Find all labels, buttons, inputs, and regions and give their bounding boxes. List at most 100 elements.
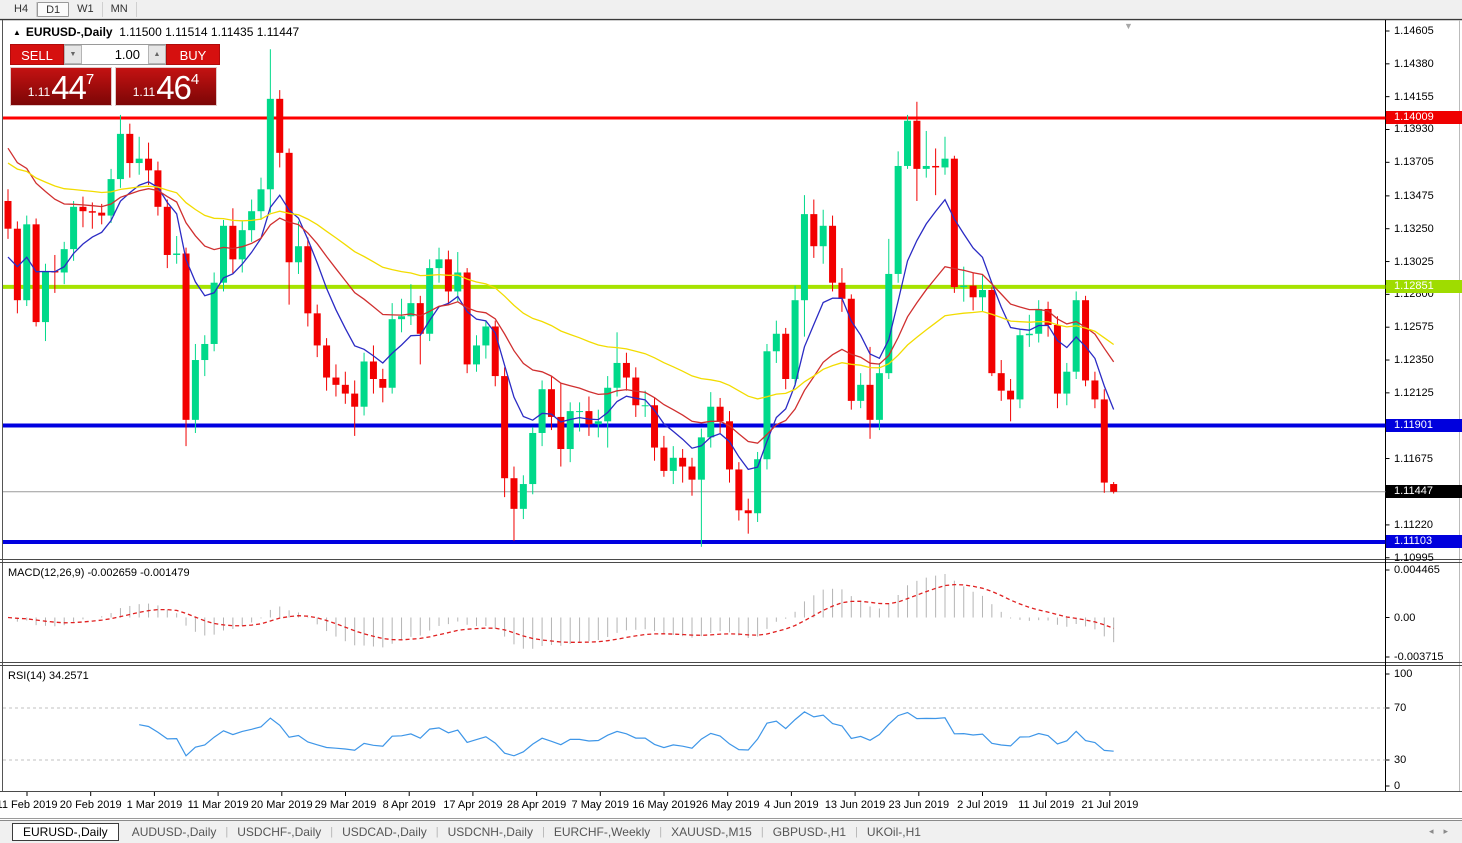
candle-body bbox=[98, 213, 105, 216]
rsi-axis-label: 100 bbox=[1394, 668, 1412, 680]
date-label: 7 May 2019 bbox=[572, 799, 629, 811]
buy-price-pip: 4 bbox=[191, 71, 199, 88]
volume-increase-button[interactable]: ▲ bbox=[148, 45, 166, 64]
sell-price-big: 44 bbox=[51, 73, 86, 103]
price-tick-label: 1.12125 bbox=[1394, 387, 1434, 399]
candle-body bbox=[108, 179, 115, 215]
candle-body bbox=[623, 363, 630, 378]
candle-body bbox=[904, 121, 911, 166]
volume-input[interactable]: 1.00 bbox=[82, 45, 148, 64]
candle-body bbox=[867, 385, 874, 420]
price-tick-label: 1.12575 bbox=[1394, 321, 1434, 333]
price-tick-label: 1.13930 bbox=[1394, 123, 1434, 135]
candle-body bbox=[1026, 334, 1033, 335]
candle-body bbox=[33, 224, 40, 322]
candle-body bbox=[876, 373, 883, 420]
candle-body bbox=[679, 458, 686, 467]
candle-body bbox=[829, 226, 836, 283]
price-tick-label: 1.14380 bbox=[1394, 58, 1434, 70]
candle-body bbox=[960, 286, 967, 287]
sell-price-display[interactable]: 1.11447 bbox=[10, 67, 112, 106]
symbol-title: EURUSD-,Daily bbox=[26, 25, 113, 39]
candle-body bbox=[361, 361, 368, 406]
candle-body bbox=[482, 326, 489, 345]
price-badge: 1.14009 bbox=[1386, 111, 1462, 124]
price-tick-label: 1.14605 bbox=[1394, 25, 1434, 37]
candle-body bbox=[979, 290, 986, 297]
candle-body bbox=[70, 207, 77, 249]
volume-decrease-button[interactable]: ▼ bbox=[64, 45, 82, 64]
date-label: 8 Apr 2019 bbox=[383, 799, 436, 811]
candle-body bbox=[79, 207, 86, 211]
candle-body bbox=[567, 411, 574, 449]
candle-body bbox=[464, 272, 471, 364]
price-tick-label: 1.14155 bbox=[1394, 91, 1434, 103]
candle-body bbox=[529, 433, 536, 484]
tab-eurchf-weekly[interactable]: EURCHF-,Weekly bbox=[545, 823, 659, 841]
price-tick-label: 1.10995 bbox=[1394, 552, 1434, 564]
candle-body bbox=[576, 411, 583, 412]
timeframe-button-w1[interactable]: W1 bbox=[69, 2, 103, 17]
tab-xauusd-m15[interactable]: XAUUSD-,M15 bbox=[662, 823, 761, 841]
chart-title: ▲ EURUSD-,Daily 1.11500 1.11514 1.11435 1… bbox=[13, 25, 299, 39]
candle-body bbox=[342, 385, 349, 394]
rsi-axis-label: 30 bbox=[1394, 754, 1406, 766]
candle-body bbox=[660, 448, 667, 471]
date-label: 17 Apr 2019 bbox=[443, 799, 502, 811]
candle-body bbox=[857, 385, 864, 401]
date-label: 11 Mar 2019 bbox=[188, 799, 249, 811]
candle-body bbox=[745, 510, 752, 513]
candle-body bbox=[332, 378, 339, 385]
candle-body bbox=[220, 226, 227, 283]
timeframe-button-h4[interactable]: H4 bbox=[6, 2, 37, 17]
buy-price-big: 46 bbox=[156, 73, 191, 103]
buy-button[interactable]: BUY bbox=[166, 44, 220, 65]
date-label: 13 Jun 2019 bbox=[825, 799, 886, 811]
candle-body bbox=[548, 389, 555, 417]
date-label: 2 Jul 2019 bbox=[957, 799, 1008, 811]
timeframe-toolbar: H4D1W1MN bbox=[0, 0, 1462, 19]
candle-body bbox=[314, 313, 321, 345]
macd-label: MACD(12,26,9) -0.002659 -0.001479 bbox=[8, 567, 190, 579]
tab-usdcad-daily[interactable]: USDCAD-,Daily bbox=[333, 823, 436, 841]
candle-body bbox=[998, 373, 1005, 391]
candle-body bbox=[23, 224, 30, 300]
rsi-axis-label: 0 bbox=[1394, 780, 1400, 792]
timeframe-button-mn[interactable]: MN bbox=[103, 2, 137, 17]
trading-terminal: H4D1W1MN ▲ EURUSD-,Daily 1.11500 1.11514 … bbox=[0, 0, 1462, 843]
date-label: 4 Jun 2019 bbox=[764, 799, 818, 811]
tab-gbpusd-h1[interactable]: GBPUSD-,H1 bbox=[764, 823, 855, 841]
date-label: 1 Mar 2019 bbox=[127, 799, 183, 811]
chart-shift-marker-icon[interactable]: ▼ bbox=[1124, 21, 1133, 31]
tab-usdchf-daily[interactable]: USDCHF-,Daily bbox=[228, 823, 330, 841]
tab-audusd-daily[interactable]: AUDUSD-,Daily bbox=[123, 823, 226, 841]
candle-body bbox=[782, 334, 789, 379]
collapse-arrow-icon[interactable]: ▲ bbox=[13, 28, 21, 37]
tab-ukoil-h1[interactable]: UKOil-,H1 bbox=[858, 823, 930, 841]
timeframe-button-d1[interactable]: D1 bbox=[37, 2, 69, 17]
macd-axis-label: 0.004465 bbox=[1394, 564, 1440, 576]
candle-body bbox=[351, 394, 358, 407]
candle-body bbox=[201, 344, 208, 360]
candle-body bbox=[257, 189, 264, 211]
sell-price-prefix: 1.11 bbox=[28, 85, 50, 99]
candle-body bbox=[988, 290, 995, 373]
candle-body bbox=[670, 458, 677, 471]
price-badge: 1.12851 bbox=[1386, 280, 1462, 293]
date-label: 16 May 2019 bbox=[632, 799, 696, 811]
tab-scroll-arrows[interactable]: ◂▸ bbox=[1429, 826, 1458, 837]
candle-body bbox=[838, 283, 845, 299]
chart-canvas[interactable] bbox=[0, 0, 1462, 843]
date-label: 11 Jul 2019 bbox=[1018, 799, 1074, 811]
symbol-tab-bar: EURUSD-,DailyAUDUSD-,Daily|USDCHF-,Daily… bbox=[0, 820, 1462, 843]
sell-button[interactable]: SELL bbox=[10, 44, 64, 65]
price-tick-label: 1.13250 bbox=[1394, 223, 1434, 235]
candle-body bbox=[370, 361, 377, 379]
candle-body bbox=[398, 316, 405, 319]
tab-usdcnh-daily[interactable]: USDCNH-,Daily bbox=[439, 823, 542, 841]
ohlc-readout: 1.11500 1.11514 1.11435 1.11447 bbox=[119, 25, 299, 39]
tab-eurusd-daily[interactable]: EURUSD-,Daily bbox=[12, 823, 119, 841]
candle-body bbox=[773, 334, 780, 352]
candle-body bbox=[1016, 335, 1023, 399]
buy-price-display[interactable]: 1.11464 bbox=[115, 67, 217, 106]
